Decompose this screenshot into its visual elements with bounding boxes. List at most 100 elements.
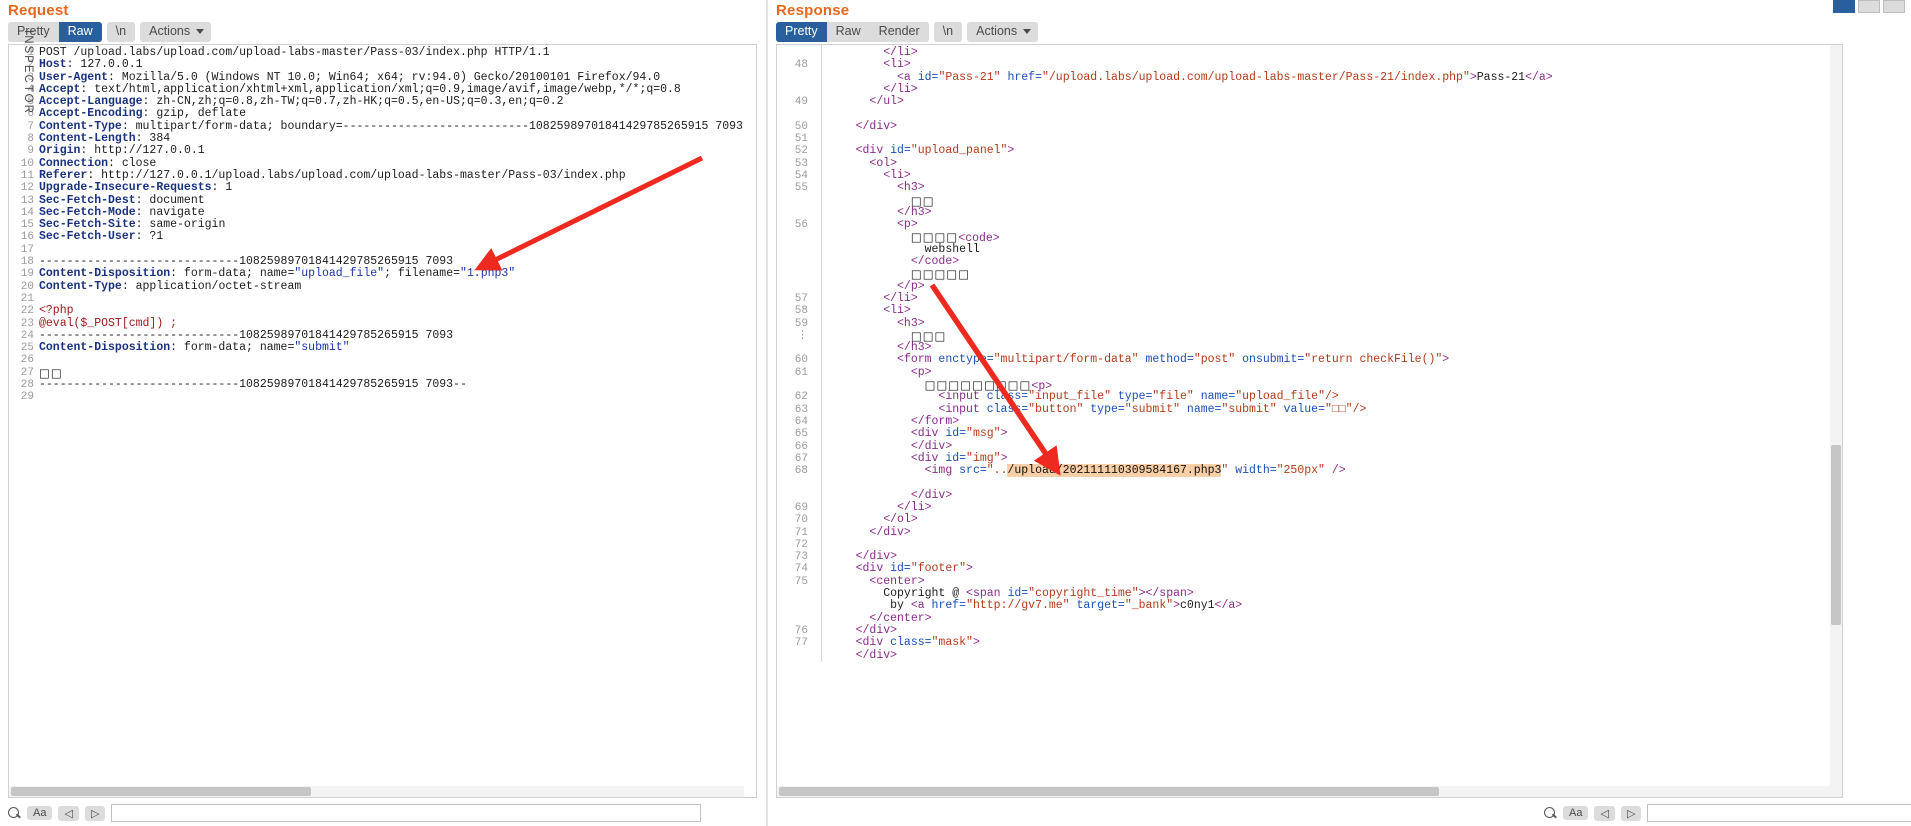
line-number: 12	[20, 182, 34, 195]
line-number: 71	[794, 526, 808, 539]
line-number: 8	[27, 133, 34, 146]
line-number	[777, 490, 811, 502]
line-number	[777, 650, 811, 662]
code-line: </div>	[855, 119, 898, 133]
code-line: </div>	[855, 550, 898, 564]
window-restore-button[interactable]	[1833, 0, 1855, 13]
line-number: 48	[794, 59, 808, 72]
code-line: <h3>	[897, 316, 925, 330]
tab-response-render[interactable]: Render	[869, 22, 929, 42]
request-newline-button[interactable]: \n	[106, 22, 136, 42]
line-number	[777, 84, 811, 96]
response-toolbar: Pretty Raw Render \n Actions	[768, 19, 1851, 45]
line-number: 76	[794, 624, 808, 637]
request-code-content[interactable]: POST /upload.labs/upload.com/upload-labs…	[39, 45, 756, 404]
line-number: 67	[794, 452, 808, 465]
tab-request-raw[interactable]: Raw	[58, 22, 102, 42]
line-number: 77	[794, 637, 808, 650]
request-horizontal-scrollbar[interactable]	[9, 786, 744, 797]
line-number	[777, 207, 811, 219]
line-number: 29	[20, 391, 34, 404]
request-toolbar: Pretty Raw \n Actions	[0, 19, 765, 45]
line-number: 53	[794, 157, 808, 170]
line-number: 7	[27, 120, 34, 133]
line-number	[777, 379, 811, 391]
code-line: </div>	[869, 525, 911, 539]
line-number: 10	[20, 157, 34, 170]
line-number: 75	[794, 575, 808, 588]
code-line: </li>	[897, 500, 932, 514]
response-view-tabs: Pretty Raw Render	[776, 22, 929, 42]
line-number: 22	[20, 305, 34, 318]
search-icon[interactable]	[1544, 806, 1557, 820]
code-line: <li>	[883, 168, 911, 182]
line-number	[777, 281, 811, 293]
response-actions-button[interactable]: Actions	[967, 22, 1039, 42]
request-search-prev[interactable]: ◁	[58, 805, 79, 821]
code-line: <div class="mask">	[855, 636, 980, 650]
line-number: 55	[794, 182, 808, 195]
line-number: 50	[794, 120, 808, 133]
line-number: 28	[20, 379, 34, 392]
line-number: 57	[794, 292, 808, 305]
code-line: <li>	[883, 304, 911, 318]
search-icon[interactable]	[8, 806, 21, 820]
code-line: □□□□□	[910, 267, 971, 282]
code-line: <form enctype="multipart/form-data" meth…	[897, 353, 1450, 367]
line-number: 63	[794, 403, 808, 416]
line-number: 66	[794, 440, 808, 453]
code-line: by <a href="http://gv7.me" target="_bank…	[883, 599, 1243, 613]
line-number	[777, 47, 811, 59]
code-line: <p>	[897, 218, 918, 232]
line-number: 49	[794, 96, 808, 109]
code-line: <a id="Pass-21" href="/upload.labs/uploa…	[897, 70, 1553, 84]
request-actions-button[interactable]: Actions	[140, 22, 212, 42]
line-number	[777, 108, 811, 120]
inspector-label: INSPECTOR	[22, 30, 34, 115]
line-number: 65	[794, 428, 808, 441]
code-line: </code>	[910, 255, 960, 269]
code-line: </div>	[855, 623, 898, 637]
response-editor[interactable]: 48 49 50 51 52 53 54 55 56 57 58 59 ⋮ 60 61 62 63 64 65 66 6…	[776, 44, 1843, 798]
window-close-button[interactable]	[1883, 0, 1905, 13]
code-line: <div id="msg">	[910, 427, 1008, 441]
response-search-prev[interactable]: ◁	[1594, 805, 1615, 821]
line-number	[777, 231, 811, 243]
chevron-down-icon	[1023, 29, 1032, 34]
response-search-next[interactable]: ▷	[1620, 805, 1642, 821]
line-number: 21	[20, 292, 34, 305]
line-number: ⋮	[797, 329, 808, 342]
response-code-content[interactable]: </li> <li> <a id="Pass-21" href="/upload…	[821, 45, 1842, 662]
response-search-bar: Aa ◁ ▷	[1544, 802, 1911, 824]
code-line: </center>	[869, 611, 932, 625]
line-number: 27	[20, 366, 34, 379]
line-number: 73	[794, 551, 808, 564]
code-line: <input class="button" type="submit" name…	[938, 402, 1367, 416]
response-newline-button[interactable]: \n	[933, 22, 963, 42]
code-line: <h3>	[897, 181, 925, 195]
request-search-match-case[interactable]: Aa	[27, 806, 53, 820]
request-search-input[interactable]	[111, 804, 702, 822]
window-minimize-button[interactable]	[1858, 0, 1880, 13]
code-line: </li>	[883, 82, 918, 96]
response-horizontal-scrollbar[interactable]	[777, 786, 1830, 797]
line-number	[777, 477, 811, 489]
tab-response-pretty[interactable]: Pretty	[776, 22, 827, 42]
request-editor[interactable]: 1 2 3 4 5 6 7 8 9 10 11 12 13 14 15 16 17 18 19 20 21 22 23 24 2…	[8, 44, 757, 798]
burp-suite-window: Request Pretty Raw \n Actions 1234567891…	[0, 0, 1911, 826]
response-search-input[interactable]	[1647, 804, 1911, 822]
line-number: 24	[20, 329, 34, 342]
tab-response-raw[interactable]: Raw	[826, 22, 870, 42]
response-vertical-scrollbar[interactable]	[1830, 45, 1842, 797]
code-line: <div id="footer">	[855, 562, 973, 576]
line-number: 11	[20, 169, 34, 182]
response-actions-label: Actions	[976, 24, 1018, 38]
code-line: Sec-Fetch-User: ?1	[39, 230, 164, 244]
line-number	[777, 195, 811, 207]
line-number	[777, 244, 811, 256]
code-line: </h3>	[897, 205, 932, 219]
line-number: 74	[794, 563, 808, 576]
request-search-next[interactable]: ▷	[84, 805, 106, 821]
response-search-match-case[interactable]: Aa	[1563, 806, 1589, 820]
